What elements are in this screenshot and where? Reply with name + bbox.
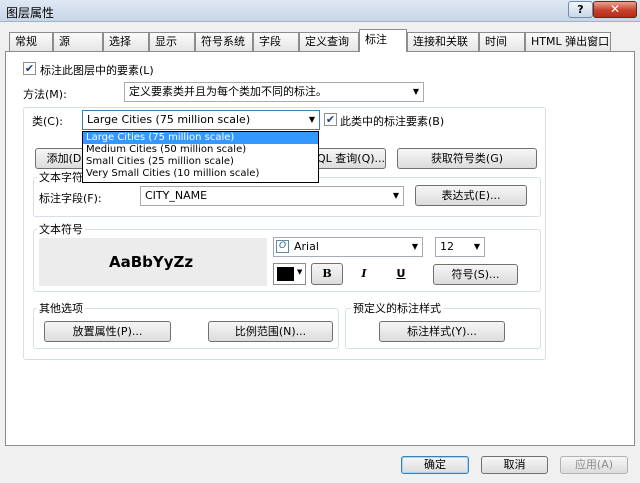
- get-symbol-classes-button[interactable]: 获取符号类(G): [397, 148, 537, 169]
- tab-joins-relates[interactable]: 连接和关联: [407, 32, 479, 51]
- cancel-button[interactable]: 取消: [481, 456, 548, 474]
- scale-range-button[interactable]: 比例范围(N)...: [208, 321, 333, 342]
- chevron-down-icon: ▼: [297, 268, 303, 276]
- chevron-down-icon: ▼: [411, 242, 418, 251]
- tab-selection[interactable]: 选择: [103, 32, 149, 51]
- tab-symbology[interactable]: 符号系统: [195, 32, 253, 51]
- class-option[interactable]: Small Cities (25 million scale): [83, 156, 318, 168]
- other-options-group-title: 其他选项: [37, 300, 85, 316]
- class-option[interactable]: Medium Cities (50 million scale): [83, 144, 318, 156]
- bold-button[interactable]: B: [311, 263, 343, 285]
- method-label: 方法(M):: [23, 88, 67, 101]
- text-symbol-group-title: 文本符号: [37, 221, 85, 237]
- label-class-features-checkbox[interactable]: ✔: [324, 113, 337, 126]
- chevron-down-icon: ▼: [473, 242, 480, 251]
- class-option[interactable]: Very Small Cities (10 million scale): [83, 168, 318, 180]
- ok-button[interactable]: 确定: [401, 456, 469, 474]
- labels-panel: ✔ 标注此图层中的要素(L) 方法(M): 定义要素类并且为每个类加不同的标注。…: [5, 51, 635, 446]
- label-field-select[interactable]: CITY_NAME ▼: [140, 186, 404, 206]
- label-field-value: CITY_NAME: [145, 189, 208, 202]
- help-button[interactable]: ?: [568, 1, 593, 18]
- close-button[interactable]: ✕: [593, 1, 637, 18]
- tab-definition-query[interactable]: 定义查询: [299, 32, 359, 51]
- tab-display[interactable]: 显示: [149, 32, 195, 51]
- class-select[interactable]: Large Cities (75 million scale) ▼: [82, 110, 320, 130]
- text-string-group-title: 文本字符: [37, 169, 85, 185]
- font-size-select[interactable]: 12 ▼: [435, 237, 485, 257]
- expression-button[interactable]: 表达式(E)...: [415, 185, 527, 206]
- underline-button[interactable]: U: [385, 263, 417, 285]
- class-dropdown-list: Large Cities (75 million scale) Medium C…: [82, 131, 319, 183]
- method-select[interactable]: 定义要素类并且为每个类加不同的标注。 ▼: [124, 82, 424, 102]
- method-value: 定义要素类并且为每个类加不同的标注。: [129, 85, 327, 98]
- symbol-button[interactable]: 符号(S)...: [433, 264, 518, 285]
- chevron-down-icon: ▼: [412, 87, 419, 96]
- label-features-checkbox[interactable]: ✔: [23, 62, 36, 75]
- symbol-preview-text: AaBbYyZz: [109, 253, 194, 271]
- tab-source[interactable]: 源: [53, 32, 103, 51]
- class-option[interactable]: Large Cities (75 million scale): [83, 132, 318, 144]
- italic-button[interactable]: I: [348, 263, 380, 285]
- font-type-icon: O: [276, 240, 289, 253]
- placement-properties-button[interactable]: 放置属性(P)...: [44, 321, 171, 342]
- tab-labels[interactable]: 标注: [359, 29, 407, 52]
- chevron-down-icon: ▼: [308, 115, 315, 124]
- label-styles-button[interactable]: 标注样式(Y)...: [379, 321, 505, 342]
- class-value: Large Cities (75 million scale): [87, 113, 251, 126]
- tab-time[interactable]: 时间: [479, 32, 525, 51]
- class-label: 类(C):: [32, 115, 63, 128]
- sql-query-button[interactable]: QL 查询(Q)...: [316, 148, 386, 169]
- label-features-label: 标注此图层中的要素(L): [40, 64, 154, 77]
- font-select[interactable]: O Arial ▼: [273, 237, 423, 257]
- chevron-down-icon: ▼: [392, 191, 399, 200]
- label-field-label: 标注字段(F):: [39, 192, 102, 205]
- color-swatch: [277, 267, 294, 281]
- label-class-features-label: 此类中的标注要素(B): [340, 115, 445, 128]
- tab-general[interactable]: 常规: [9, 32, 53, 51]
- window-title: 图层属性: [6, 6, 55, 20]
- title-bar: 图层属性 ? ✕: [0, 0, 640, 22]
- font-size-value: 12: [440, 240, 454, 253]
- tab-fields[interactable]: 字段: [253, 32, 299, 51]
- apply-button[interactable]: 应用(A): [560, 456, 628, 474]
- font-color-picker[interactable]: ▼: [273, 263, 306, 285]
- tab-html-popup[interactable]: HTML 弹出窗口: [525, 32, 611, 51]
- predefined-style-group-title: 预定义的标注样式: [351, 300, 443, 316]
- symbol-preview: AaBbYyZz: [39, 238, 267, 286]
